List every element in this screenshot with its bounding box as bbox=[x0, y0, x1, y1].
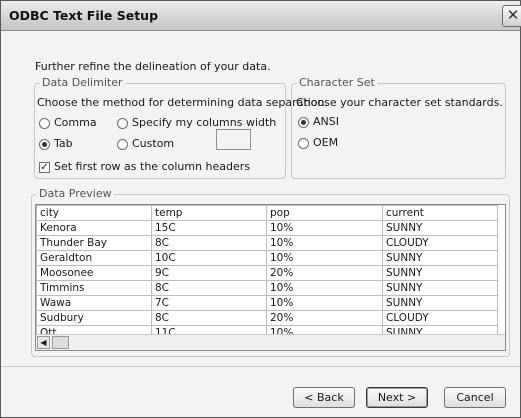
oem-radio[interactable] bbox=[298, 138, 309, 149]
specify-width-label[interactable]: Specify my columns width bbox=[132, 116, 276, 129]
horizontal-scrollbar[interactable]: ◀ ▶ bbox=[36, 334, 505, 350]
data-delimiter-legend: Data Delimiter bbox=[40, 76, 125, 89]
table-cell: 10% bbox=[266, 235, 383, 251]
table-row: Geraldton 10C 10% SUNNY bbox=[36, 250, 498, 266]
table-row: Wawa 7C 10% SUNNY bbox=[36, 295, 498, 311]
table-cell: 10% bbox=[266, 250, 383, 266]
charset-description: Choose your character set standards. bbox=[296, 96, 503, 109]
tab-radio[interactable] bbox=[39, 139, 50, 150]
table-cell: CLOUDY bbox=[382, 310, 498, 326]
header-row-label[interactable]: Set first row as the column headers bbox=[54, 160, 250, 173]
intro-text: Further refine the delineation of your d… bbox=[35, 60, 271, 73]
custom-radio[interactable] bbox=[117, 139, 128, 150]
table-cell: 10% bbox=[266, 280, 383, 296]
data-preview-grid[interactable]: city temp pop current Kenora 15C 10% SUNNY Thund… bbox=[35, 204, 506, 351]
next-button[interactable]: Next > bbox=[366, 387, 428, 408]
table-row: Sudbury 8C 20% CLOUDY bbox=[36, 310, 498, 326]
table-cell: temp bbox=[151, 205, 267, 221]
comma-label[interactable]: Comma bbox=[54, 116, 97, 129]
table-cell: Kenora bbox=[36, 220, 152, 236]
table-cell: 8C bbox=[151, 310, 267, 326]
data-preview-legend: Data Preview bbox=[37, 187, 114, 200]
header-row-checkbox[interactable]: ✓ bbox=[39, 162, 50, 173]
table-cell: SUNNY bbox=[382, 250, 498, 266]
ansi-radio[interactable] bbox=[298, 117, 309, 128]
table-row: Timmins 8C 10% SUNNY bbox=[36, 280, 498, 296]
table-cell: SUNNY bbox=[382, 265, 498, 281]
table-row: Kenora 15C 10% SUNNY bbox=[36, 220, 498, 236]
hscroll-thumb[interactable] bbox=[52, 336, 69, 349]
table-cell: 10% bbox=[266, 220, 383, 236]
table-row: city temp pop current bbox=[36, 205, 498, 221]
back-button[interactable]: < Back bbox=[293, 387, 355, 408]
table-cell: CLOUDY bbox=[382, 235, 498, 251]
tab-label[interactable]: Tab bbox=[54, 137, 73, 150]
preview-table: city temp pop current Kenora 15C 10% SUNNY Thund… bbox=[36, 205, 498, 341]
custom-delimiter-input[interactable] bbox=[216, 129, 251, 150]
oem-label[interactable]: OEM bbox=[313, 136, 338, 149]
table-cell: Sudbury bbox=[36, 310, 152, 326]
table-cell: pop bbox=[266, 205, 383, 221]
table-cell: 9C bbox=[151, 265, 267, 281]
table-row: Thunder Bay 8C 10% CLOUDY bbox=[36, 235, 498, 251]
scroll-left-icon[interactable]: ◀ bbox=[37, 336, 50, 349]
table-cell: 20% bbox=[266, 310, 383, 326]
table-cell: 7C bbox=[151, 295, 267, 311]
table-row: Moosonee 9C 20% SUNNY bbox=[36, 265, 498, 281]
table-cell: SUNNY bbox=[382, 295, 498, 311]
window-title: ODBC Text File Setup bbox=[9, 8, 159, 23]
specify-width-radio[interactable] bbox=[117, 118, 128, 129]
title-bar: ODBC Text File Setup ✕ bbox=[1, 1, 521, 31]
table-cell: 8C bbox=[151, 235, 267, 251]
custom-label[interactable]: Custom bbox=[132, 137, 174, 150]
odbc-setup-dialog: ODBC Text File Setup ✕ Further refine th… bbox=[0, 0, 521, 418]
close-icon[interactable]: ✕ bbox=[502, 5, 521, 27]
table-cell: city bbox=[36, 205, 152, 221]
table-cell: Thunder Bay bbox=[36, 235, 152, 251]
cancel-button[interactable]: Cancel bbox=[444, 387, 506, 408]
table-cell: 8C bbox=[151, 280, 267, 296]
table-cell: 10C bbox=[151, 250, 267, 266]
table-cell: 20% bbox=[266, 265, 383, 281]
table-cell: Wawa bbox=[36, 295, 152, 311]
table-cell: 15C bbox=[151, 220, 267, 236]
table-cell: 10% bbox=[266, 295, 383, 311]
table-cell: SUNNY bbox=[382, 280, 498, 296]
footer-separator bbox=[1, 366, 520, 367]
ansi-label[interactable]: ANSI bbox=[313, 115, 339, 128]
character-set-legend: Character Set bbox=[297, 76, 377, 89]
comma-radio[interactable] bbox=[39, 118, 50, 129]
table-cell: SUNNY bbox=[382, 220, 498, 236]
table-cell: Timmins bbox=[36, 280, 152, 296]
table-cell: Moosonee bbox=[36, 265, 152, 281]
table-cell: Geraldton bbox=[36, 250, 152, 266]
table-cell: current bbox=[382, 205, 498, 221]
delimiter-description: Choose the method for determining data s… bbox=[37, 96, 328, 109]
